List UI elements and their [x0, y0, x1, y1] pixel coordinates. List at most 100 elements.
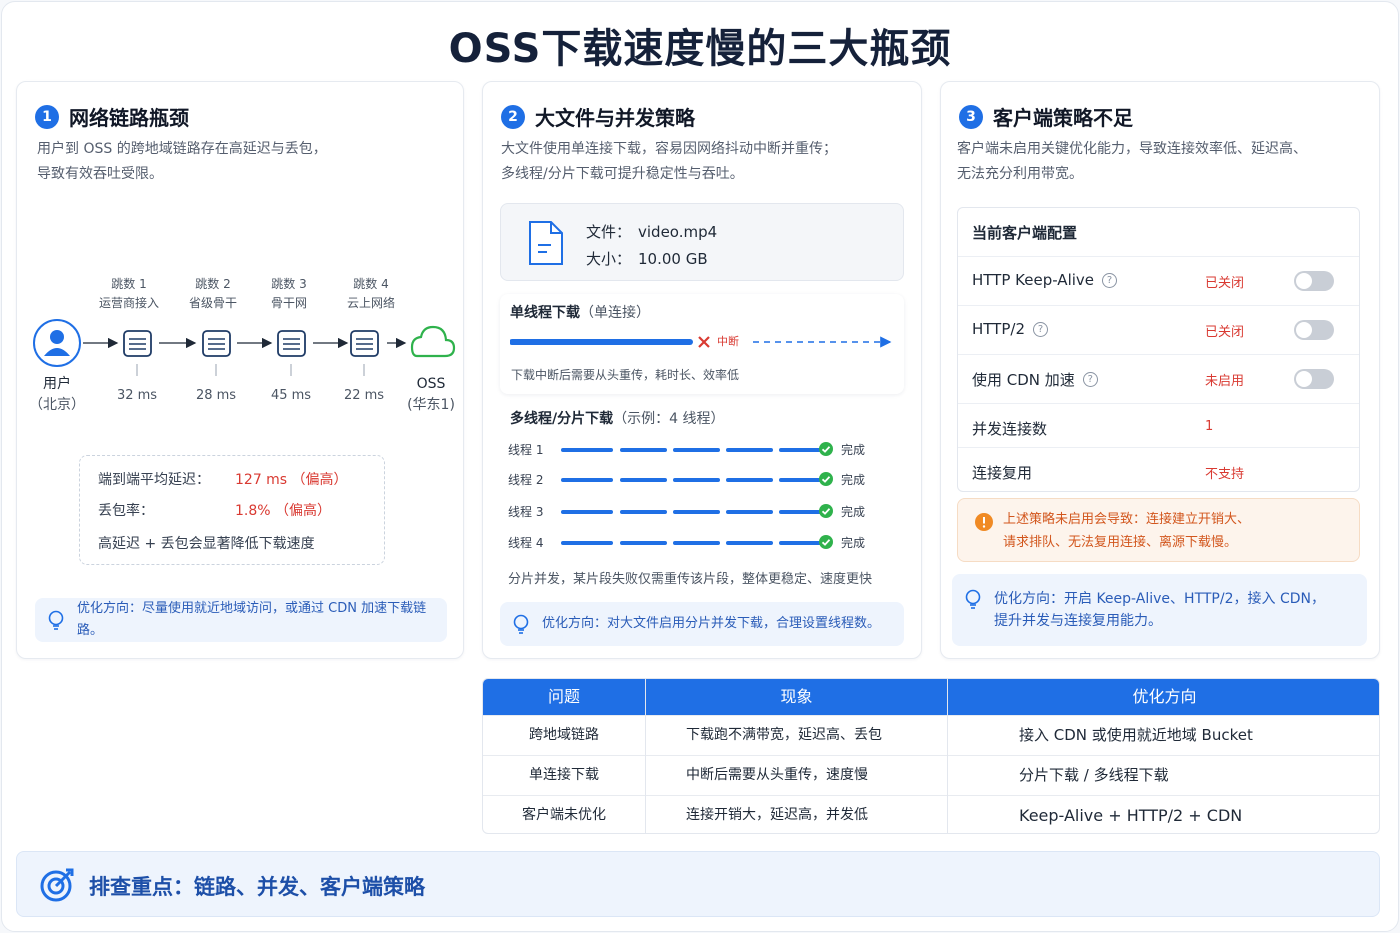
- thread-segment: [561, 541, 613, 545]
- tip-text: 优化方向：对大文件启用分片并发下载，合理设置线程数。: [542, 616, 881, 631]
- oss-node-label: OSS (华东1): [399, 374, 463, 416]
- single-thread-note: 下载中断后需要从头重传，耗时长、效率低: [511, 368, 740, 382]
- config-label: 并发连接数: [972, 420, 1048, 438]
- latency-summary-box: 端到端平均延迟： 127 ms （偏高） 丢包率： 1.8% （偏高） 高延迟 …: [79, 455, 385, 565]
- config-row-keepalive: HTTP Keep-Alive? 已关闭: [958, 256, 1359, 304]
- help-icon[interactable]: ?: [1082, 372, 1098, 387]
- hop-3-label: 跳数 3 骨干网: [257, 275, 321, 313]
- table-row: 客户端未优化 连接开销大，延迟高，并发低 Keep-Alive + HTTP/2…: [483, 795, 1379, 833]
- file-name-label: 文件：: [586, 223, 632, 241]
- config-name: 连接复用: [972, 462, 1032, 483]
- thread-status: 完成: [841, 473, 866, 487]
- table-cell: 中断后需要从头重传，速度慢: [686, 767, 868, 783]
- hop-latency: 45 ms: [270, 388, 312, 403]
- optimization-tip: 优化方向：对大文件启用分片并发下载，合理设置线程数。: [500, 602, 904, 646]
- config-name: HTTP Keep-Alive?: [972, 271, 1118, 289]
- help-icon[interactable]: ?: [1032, 321, 1048, 337]
- check-circle-icon: [819, 442, 833, 456]
- desc-line: 导致有效吞吐受限。: [37, 166, 163, 182]
- table-divider: [947, 679, 948, 833]
- thread-segment: [673, 478, 720, 482]
- router-icon: [123, 330, 152, 357]
- keepalive-toggle[interactable]: [1294, 271, 1334, 291]
- warning-line: 请求排队、无法复用连接、离源下载慢。: [1003, 535, 1238, 550]
- thread-label: 线程 2: [508, 473, 544, 487]
- check-circle-icon: [819, 535, 833, 549]
- table-cell: 客户端未优化: [522, 807, 606, 823]
- optimization-tip: 优化方向：尽量使用就近地域访问，或通过 CDN 加速下载链路。: [35, 598, 447, 642]
- card-client: 3 客户端策略不足 客户端未启用关键优化能力，导致连接效率低、延迟高、 无法充分…: [940, 81, 1380, 659]
- thread-segment: [561, 510, 613, 514]
- config-row-concurrency: 并发连接数 1: [958, 403, 1359, 451]
- single-thread-progress: [510, 336, 892, 348]
- card-title: 大文件与并发策略: [535, 106, 695, 130]
- table-header: 问题 现象 优化方向: [483, 679, 1379, 715]
- hop-name: 省级骨干: [188, 296, 237, 310]
- file-size-value: 10.00 GB: [638, 250, 708, 268]
- interrupt-x-icon: [698, 336, 710, 348]
- cdn-toggle[interactable]: [1294, 369, 1334, 389]
- hop-title: 跳数 1: [111, 277, 147, 291]
- table-header-cell: 现象: [780, 687, 813, 706]
- config-name: 使用 CDN 加速?: [972, 369, 1098, 390]
- thread-segment: [620, 510, 667, 514]
- config-row-reuse: 连接复用 不支持: [958, 447, 1359, 492]
- config-label: 连接复用: [972, 464, 1033, 482]
- config-label: HTTP Keep-Alive: [972, 271, 1095, 289]
- hop-latency: 32 ms: [116, 388, 158, 403]
- thread-row: 线程 1 完成: [508, 440, 898, 460]
- desc-line: 用户到 OSS 的跨地域链路存在高延迟与丢包，: [37, 141, 327, 157]
- card-concurrency: 2 大文件与并发策略 大文件使用单连接下载，容易因网络抖动中断并重传； 多线程/…: [482, 81, 922, 659]
- step-badge: 1: [35, 104, 59, 129]
- config-row-cdn: 使用 CDN 加速? 未启用: [958, 354, 1359, 402]
- check-circle-icon: [819, 504, 833, 518]
- hop-title: 跳数 3: [271, 277, 307, 291]
- multi-thread-title: 多线程/分片下载（示例：4 线程）: [510, 408, 724, 428]
- document-icon: [529, 221, 563, 265]
- warning-text: 上述策略未启用会导致：连接建立开销大、 请求排队、无法复用连接、离源下载慢。: [1003, 508, 1250, 554]
- table-cell: 下载跑不满带宽，延迟高、丢包: [686, 727, 882, 743]
- desc-line: 多线程/分片下载可提升稳定性与吞吐。: [501, 166, 744, 182]
- table-cell: 跨地域链路: [529, 727, 599, 743]
- single-thread-box: 单线程下载（单连接） 中断 下载中断后需要从头重传，耗时长、效率低: [500, 294, 904, 394]
- card-title: 客户端策略不足: [993, 106, 1133, 130]
- thread-row: 线程 2 完成: [508, 470, 898, 490]
- hop-title: 跳数 2: [195, 277, 231, 291]
- packet-loss-label: 丢包率：: [98, 503, 154, 519]
- optimization-tip: 优化方向：开启 Keep-Alive、HTTP/2，接入 CDN， 提升并发与连…: [952, 574, 1367, 646]
- tip-text: 优化方向：开启 Keep-Alive、HTTP/2，接入 CDN， 提升并发与连…: [994, 588, 1325, 632]
- warning-line: 上述策略未启用会导致：连接建立开销大、: [1003, 512, 1251, 527]
- hop-4-label: 跳数 4 云上网络: [335, 275, 407, 313]
- thread-segment: [561, 448, 613, 452]
- thread-segment: [561, 478, 613, 482]
- user-location: （北京）: [29, 397, 85, 413]
- toggle-knob: [1296, 273, 1312, 289]
- config-row-http2: HTTP/2? 已关闭: [958, 305, 1359, 353]
- router-icon: [277, 330, 306, 357]
- config-value: 1: [1205, 419, 1214, 434]
- help-icon[interactable]: ?: [1102, 272, 1118, 288]
- interrupt-label: 中断: [717, 335, 739, 348]
- table-cell: Keep-Alive + HTTP/2 + CDN: [1019, 806, 1243, 825]
- lightbulb-icon: [48, 610, 64, 630]
- latency-summary-text: 高延迟 + 丢包会显著降低下载速度: [98, 536, 315, 552]
- tip-line: 优化方向：开启 Keep-Alive、HTTP/2，接入 CDN，: [994, 591, 1325, 607]
- step-badge: 3: [959, 104, 983, 129]
- table-cell: 分片下载 / 多线程下载: [1019, 766, 1169, 784]
- config-name: 并发连接数: [972, 418, 1047, 439]
- file-size-row: 大小： 10.00 GB: [586, 248, 708, 269]
- toggle-knob: [1296, 322, 1312, 338]
- section-title: 多线程/分片下载: [510, 411, 614, 427]
- tip-line: 提升并发与连接复用能力。: [994, 613, 1162, 629]
- multi-thread-note: 分片并发，某片段失败仅需重传该片段，整体更稳定、速度更快: [508, 572, 873, 587]
- single-thread-title: 单线程下载（单连接）: [510, 302, 650, 322]
- thread-segment: [726, 510, 773, 514]
- desc-line: 大文件使用单连接下载，容易因网络抖动中断并重传；: [501, 141, 837, 157]
- table-row: 跨地域链路 下载跑不满带宽，延迟高、丢包 接入 CDN 或使用就近地域 Buck…: [483, 715, 1379, 755]
- config-label: 使用 CDN 加速: [972, 371, 1075, 389]
- user-icon: [33, 319, 81, 367]
- config-value: 未启用: [1205, 374, 1245, 389]
- card-description: 客户端未启用关键优化能力，导致连接效率低、延迟高、 无法充分利用带宽。: [957, 137, 1367, 187]
- tip-text: 优化方向：尽量使用就近地域访问，或通过 CDN 加速下载链路。: [77, 601, 427, 638]
- http2-toggle[interactable]: [1294, 320, 1334, 340]
